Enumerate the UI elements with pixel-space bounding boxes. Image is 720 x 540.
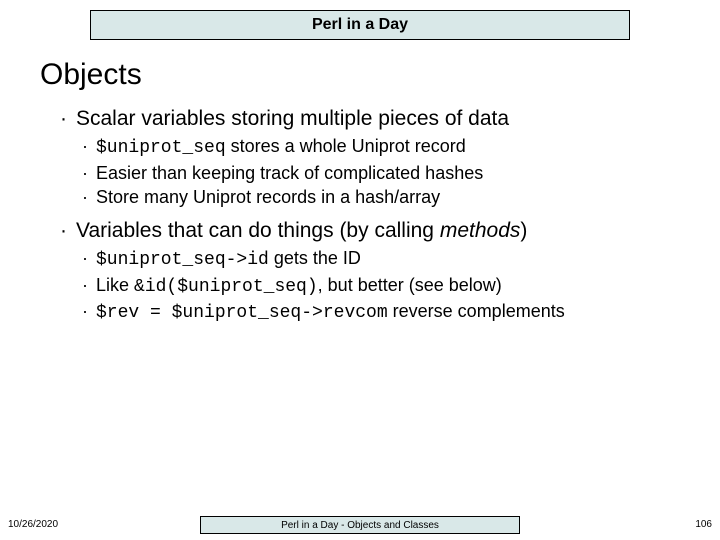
bullet-block-1: Scalar variables storing multiple pieces… xyxy=(60,105,690,209)
slide-title: Objects xyxy=(40,58,142,92)
plain-text: Variables that can do things (by calling xyxy=(76,219,440,242)
bullet-2: Variables that can do things (by calling… xyxy=(60,217,690,244)
code-text: &id($uniprot_seq) xyxy=(134,277,318,297)
plain-text: gets the ID xyxy=(269,248,361,268)
plain-text: Like xyxy=(96,275,134,295)
plain-text: stores a whole Uniprot record xyxy=(226,136,466,156)
bullet-2-2: Like &id($uniprot_seq), but better (see … xyxy=(60,273,690,299)
italic-text: methods xyxy=(440,219,521,242)
code-text: $uniprot_seq xyxy=(96,138,226,158)
code-text: $uniprot_seq->id xyxy=(96,250,269,270)
bullet-1-3: Store many Uniprot records in a hash/arr… xyxy=(60,185,690,209)
header-title: Perl in a Day xyxy=(312,16,408,34)
plain-text: , but better (see below) xyxy=(318,275,502,295)
footer-bar: Perl in a Day - Objects and Classes xyxy=(200,516,520,534)
bullet-2-1: $uniprot_seq->id gets the ID xyxy=(60,246,690,272)
bullet-1: Scalar variables storing multiple pieces… xyxy=(60,105,690,132)
plain-text: ) xyxy=(520,219,527,242)
header-bar: Perl in a Day xyxy=(90,10,630,40)
footer-date: 10/26/2020 xyxy=(8,519,58,530)
footer-center-text: Perl in a Day - Objects and Classes xyxy=(281,520,439,531)
bullet-1-2: Easier than keeping track of complicated… xyxy=(60,161,690,185)
plain-text: reverse complements xyxy=(388,301,565,321)
bullet-block-2: Variables that can do things (by calling… xyxy=(60,217,690,325)
code-text: $rev = $uniprot_seq->revcom xyxy=(96,303,388,323)
footer-page-number: 106 xyxy=(695,519,712,530)
slide-content: Scalar variables storing multiple pieces… xyxy=(60,105,690,325)
plain-text: Easier than keeping track of complicated… xyxy=(96,163,483,183)
plain-text: Store many Uniprot records in a hash/arr… xyxy=(96,187,440,207)
bullet-1-text: Scalar variables storing multiple pieces… xyxy=(76,107,509,130)
bullet-2-3: $rev = $uniprot_seq->revcom reverse comp… xyxy=(60,299,690,325)
bullet-1-1: $uniprot_seq stores a whole Uniprot reco… xyxy=(60,134,690,160)
